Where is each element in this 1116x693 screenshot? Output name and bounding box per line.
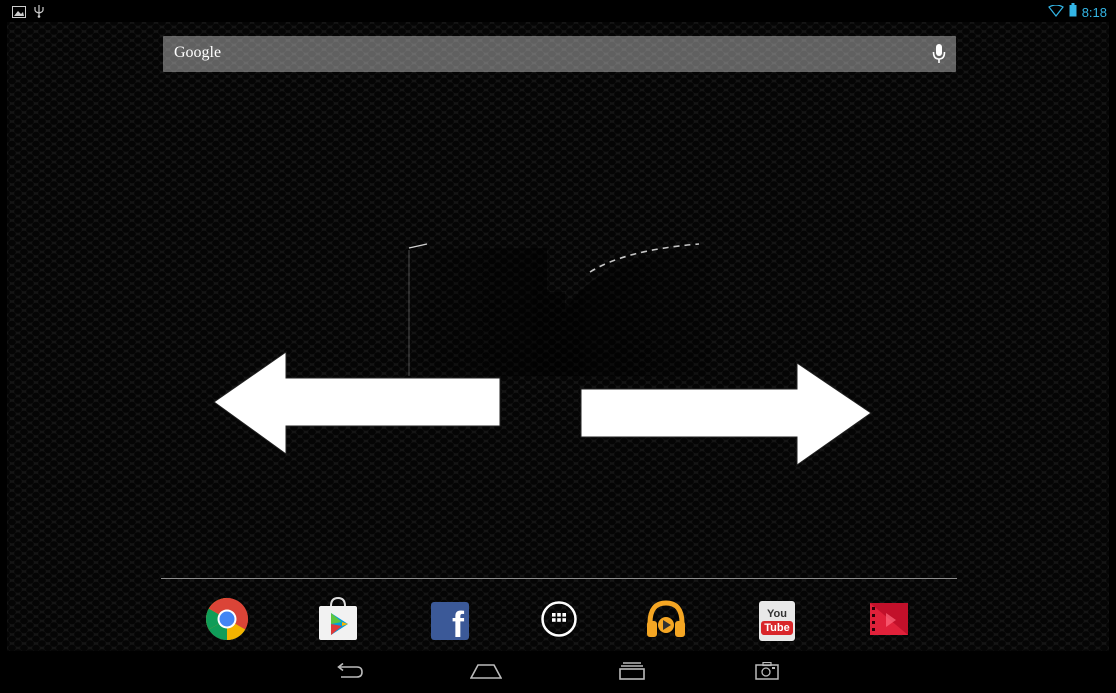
app-drawer-icon — [540, 600, 578, 643]
recents-icon — [619, 661, 645, 685]
wifi-icon — [1047, 3, 1064, 22]
home-icon — [469, 663, 503, 684]
home-button[interactable] — [464, 662, 508, 684]
dock-item-facebook[interactable]: f — [427, 598, 473, 644]
play-music-icon — [644, 597, 688, 646]
mic-icon[interactable] — [932, 43, 946, 70]
play-store-icon — [316, 596, 360, 647]
usb-icon — [34, 4, 44, 23]
google-search-bar[interactable]: Google — [163, 36, 956, 72]
clock: 8:18 — [1081, 5, 1107, 20]
dock-item-play-music[interactable] — [643, 598, 689, 644]
gallery-icon — [12, 5, 26, 23]
facebook-icon: f — [431, 602, 469, 640]
dock-item-play-movies[interactable] — [866, 598, 912, 644]
battery-icon — [1069, 3, 1077, 22]
back-icon — [335, 662, 365, 684]
swipe-left-arrow — [213, 351, 501, 455]
navigation-bar — [0, 651, 1116, 693]
status-bar[interactable]: 8:18 — [0, 0, 1116, 22]
screenshot-button[interactable] — [745, 661, 789, 685]
back-button[interactable] — [328, 662, 372, 684]
dock-item-all-apps[interactable] — [536, 598, 582, 644]
dock-divider — [161, 578, 957, 579]
home-screen: 8:18 Google f You Tube — [0, 0, 1116, 693]
swipe-right-arrow — [580, 362, 872, 466]
chrome-icon — [205, 597, 249, 646]
screenshot-icon — [755, 661, 779, 685]
youtube-icon: You Tube — [759, 601, 795, 641]
dock-item-play-store[interactable] — [315, 596, 361, 647]
dock-item-chrome[interactable] — [204, 597, 250, 646]
screen-bezel-left — [0, 0, 7, 693]
search-label: Google — [174, 44, 222, 61]
screen-bezel-right — [1109, 0, 1116, 693]
recent-apps-button[interactable] — [610, 661, 654, 685]
play-movies-icon — [868, 599, 910, 644]
dock-item-youtube[interactable]: You Tube — [754, 598, 800, 644]
